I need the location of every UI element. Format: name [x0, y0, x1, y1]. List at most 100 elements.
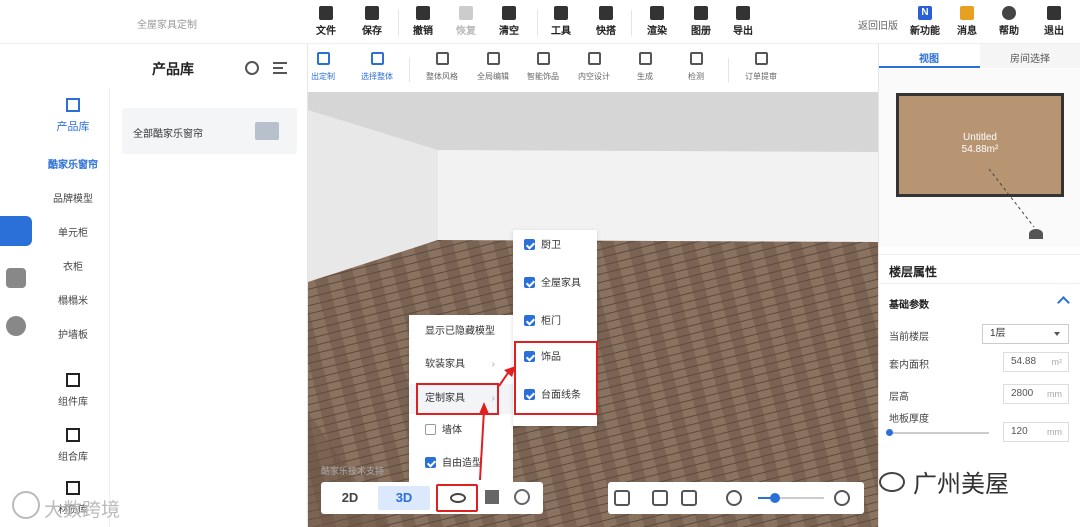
floor-thickness-field[interactable]: 120 mm: [1003, 422, 1069, 442]
tools-label: 工具: [551, 26, 571, 37]
overall-style-button[interactable]: 整体风格: [422, 52, 462, 82]
tab-room-select[interactable]: 房间选择: [1010, 50, 1050, 65]
zoom-in-icon[interactable]: [834, 490, 850, 506]
nav-item-wardrobe[interactable]: 衣柜: [36, 258, 110, 273]
nav-item-brand-models[interactable]: 品牌模型: [36, 190, 110, 205]
floor-thickness-handle[interactable]: [886, 429, 893, 436]
edit-icon: [486, 52, 500, 65]
album-label: 图册: [691, 26, 711, 37]
quick-build-label: 快搭: [596, 26, 616, 37]
interior-design-label: 内空设计: [578, 72, 610, 81]
left-icon-strip: [0, 44, 36, 527]
global-edit-button[interactable]: 全局编辑: [473, 52, 513, 82]
undo-icon: [416, 6, 430, 20]
help-button[interactable]: 帮助: [991, 6, 1027, 37]
check-button[interactable]: 检测: [676, 52, 716, 82]
save-button[interactable]: 保存: [354, 6, 390, 37]
kitchen-bath-checkbox[interactable]: [524, 238, 535, 250]
2d-view-button[interactable]: 2D: [329, 488, 371, 508]
nav-item-tatami[interactable]: 榻榻米: [36, 292, 110, 307]
search-icon[interactable]: [245, 61, 259, 75]
chevron-up-icon[interactable]: [1057, 296, 1070, 309]
component-icon: [66, 373, 80, 387]
zoom-slider-handle[interactable]: [769, 493, 780, 503]
exit-custom-button[interactable]: 出定制: [307, 52, 339, 82]
export-label: 导出: [733, 26, 753, 37]
logout-button[interactable]: 退出: [1036, 6, 1072, 37]
zoom-slider[interactable]: [758, 493, 824, 503]
file-label: 文件: [316, 26, 336, 37]
zoom-controls: [608, 482, 864, 514]
floor-properties-title: 楼层属性: [889, 265, 938, 279]
component-library-button[interactable]: 组件库: [36, 373, 110, 408]
redo-button[interactable]: 恢复: [448, 6, 484, 37]
focus-icon[interactable]: [681, 490, 697, 506]
nav-item-unit-cabinet[interactable]: 单元柜: [36, 224, 110, 239]
cabinet-door-item[interactable]: 柜门: [524, 314, 561, 330]
nav-item-kujiale-curtains[interactable]: 酷家乐窗帘: [36, 156, 110, 171]
tools-button[interactable]: 工具: [543, 6, 579, 37]
arrow-up-head: [479, 402, 489, 414]
export-button[interactable]: 导出: [725, 6, 761, 37]
kitchen-bath-item[interactable]: 厨卫: [524, 238, 561, 254]
toggle-icon[interactable]: [614, 490, 630, 506]
material-icon: [66, 481, 80, 495]
album-button[interactable]: 图册: [683, 6, 719, 37]
subbar-divider: [728, 58, 729, 82]
crown-icon[interactable]: [6, 268, 26, 288]
free-form-checkbox[interactable]: [425, 456, 436, 468]
message-button[interactable]: 消息: [949, 6, 985, 37]
whole-house-furniture-checkbox[interactable]: [524, 276, 535, 288]
wall-checkbox[interactable]: [425, 423, 436, 435]
combination-library-button[interactable]: 组合库: [36, 428, 110, 463]
annotation-arrows: [479, 366, 516, 481]
render-button[interactable]: 渲染: [639, 6, 675, 37]
file-icon: [319, 6, 333, 20]
order-review-label: 订单提审: [745, 72, 777, 81]
area-label: 套内面积: [889, 360, 929, 371]
combination-library-label: 组合库: [58, 452, 88, 463]
basic-params-title: 基础参数: [889, 300, 929, 311]
category-card[interactable]: 全部酷家乐窗帘: [122, 108, 297, 154]
floor-thickness-slider[interactable]: [886, 429, 989, 436]
check-label: 检测: [688, 72, 704, 81]
new-feature-icon: N: [918, 6, 932, 20]
interior-design-button[interactable]: 内空设计: [574, 52, 614, 82]
tab-product-library[interactable]: 产品库: [36, 88, 110, 143]
zoom-out-icon[interactable]: [726, 490, 742, 506]
render-label: 渲染: [647, 26, 667, 37]
area-value: 54.88: [1011, 356, 1037, 367]
smart-decor-button[interactable]: 智能饰品: [523, 52, 563, 82]
visibility-button[interactable]: [436, 484, 478, 512]
show-hidden-models-item[interactable]: 显示已隐藏模型: [409, 317, 513, 347]
user-icon[interactable]: [6, 316, 26, 336]
cube-icon[interactable]: [485, 490, 499, 504]
file-button[interactable]: 文件: [308, 6, 344, 37]
gauge-icon[interactable]: [514, 489, 530, 505]
filter-menu-icon[interactable]: [273, 62, 287, 74]
floor-plan-minimap[interactable]: Untitled 54.88m²: [879, 69, 1080, 247]
cabinet-door-checkbox[interactable]: [524, 314, 535, 326]
undo-label: 撤销: [413, 26, 433, 37]
back-to-old-version-link[interactable]: 返回旧版: [858, 17, 898, 32]
3d-view-button[interactable]: 3D: [378, 486, 430, 510]
select-all-button[interactable]: 选择整体: [357, 52, 397, 82]
subbar-divider: [409, 58, 410, 82]
quick-build-button[interactable]: 快搭: [588, 6, 624, 37]
floor-height-field[interactable]: 2800 mm: [1003, 384, 1069, 404]
current-floor-select[interactable]: 1层: [982, 324, 1069, 344]
floor-height-unit: mm: [1047, 389, 1062, 399]
generate-button[interactable]: 生成: [625, 52, 665, 82]
undo-button[interactable]: 撤销: [405, 6, 441, 37]
furniture-icon[interactable]: [0, 216, 32, 246]
app-title: 全屋家具定制: [137, 20, 197, 31]
camera-position-icon[interactable]: [1029, 229, 1043, 239]
nav-item-wall-panel[interactable]: 护墙板: [36, 326, 110, 341]
right-panel: 视图 房间选择 Untitled 54.88m² 楼层属性 基础参数 当前楼层 …: [878, 44, 1080, 527]
tab-view[interactable]: 视图: [919, 50, 939, 65]
camera-view-icon[interactable]: [652, 490, 668, 506]
order-review-button[interactable]: 订单提审: [741, 52, 781, 82]
clear-button[interactable]: 清空: [491, 6, 527, 37]
whole-house-furniture-item[interactable]: 全屋家具: [524, 276, 581, 292]
new-feature-button[interactable]: N 新功能: [905, 6, 945, 37]
